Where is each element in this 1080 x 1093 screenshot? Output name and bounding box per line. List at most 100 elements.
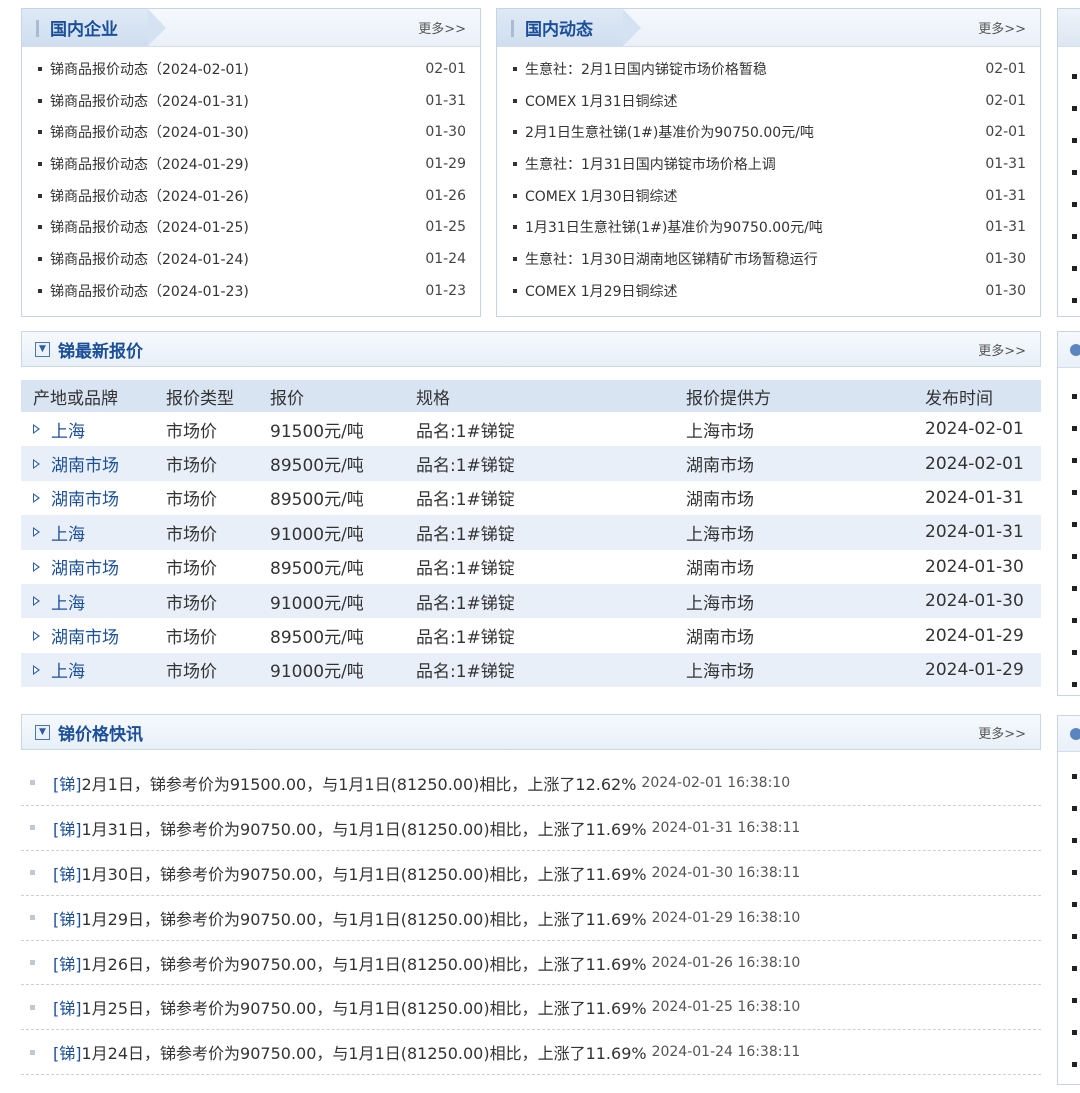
news-date: 01-30 <box>985 250 1026 267</box>
news-link[interactable]: 锑商品报价动态（2024-02-01) <box>50 59 425 79</box>
flash-news-link[interactable]: 1月30日，锑参考价为90750.00，与1月1日(81250.00)相比，上涨… <box>82 861 647 885</box>
list-item: [锑] 1月26日，锑参考价为90750.00，与1月1日(81250.00)相比… <box>21 941 1041 986</box>
news-link[interactable]: 2月1日生意社锑(1#)基准价为90750.00元/吨 <box>525 122 985 142</box>
news-link[interactable]: 锑商品报价动态（2024-01-24) <box>50 249 425 269</box>
price-value: 91500元/吨 <box>270 421 364 442</box>
table-row: 上海 市场价 91000元/吨 品名:1#锑锭 上海市场 2024-01-31 <box>21 515 1041 550</box>
list-item: [锑] 1月30日，锑参考价为90750.00，与1月1日(81250.00)相比… <box>21 851 1041 896</box>
bullet-icon <box>1072 806 1077 811</box>
news-date: 02-01 <box>985 60 1026 77</box>
download-box-icon: ▼ <box>35 341 50 357</box>
news-link[interactable]: COMEX 1月30日铜综述 <box>525 186 985 206</box>
list-item: 1月31日生意社锑(1#)基准价为90750.00元/吨 01-31 <box>511 211 1026 243</box>
origin-link[interactable]: 上海 <box>33 657 166 682</box>
origin-link[interactable]: 湖南市场 <box>33 623 166 648</box>
price-table: 产地或品牌 报价类型 报价 规格 报价提供方 发布时间 上海 市场价 91500… <box>21 380 1041 688</box>
bullet-icon <box>1072 966 1077 971</box>
bullet-icon <box>38 130 42 135</box>
news-link[interactable]: 生意社：1月30日湖南地区锑精矿市场暂稳运行 <box>525 249 985 269</box>
news-link[interactable]: COMEX 1月31日铜综述 <box>525 91 985 111</box>
right-box-header <box>1058 716 1080 752</box>
news-link[interactable]: 锑商品报价动态（2024-01-23) <box>50 281 425 301</box>
news-link[interactable]: 锑商品报价动态（2024-01-30) <box>50 122 425 142</box>
news-link[interactable]: COMEX 1月29日铜综述 <box>525 281 985 301</box>
column-header-date: 发布时间 <box>925 380 1041 412</box>
news-link[interactable]: 锑商品报价动态（2024-01-31) <box>50 91 425 111</box>
origin-link[interactable]: 上海 <box>33 417 166 442</box>
category-tag-link[interactable]: [锑] <box>53 771 82 795</box>
flash-news-link[interactable]: 1月26日，锑参考价为90750.00，与1月1日(81250.00)相比，上涨… <box>82 951 647 975</box>
spec: 品名:1#锑锭 <box>416 628 515 649</box>
news-link[interactable]: 锑商品报价动态（2024-01-25) <box>50 217 425 237</box>
domestic-news-more-link[interactable]: 更多>> <box>978 18 1026 37</box>
price-type: 市场价 <box>166 421 217 442</box>
column-header-provider: 报价提供方 <box>686 380 925 412</box>
list-item: [锑] 1月25日，锑参考价为90750.00，与1月1日(81250.00)相比… <box>21 985 1041 1031</box>
price-value: 91000元/吨 <box>270 583 416 619</box>
table-header-row: 产地或品牌 报价类型 报价 规格 报价提供方 发布时间 <box>21 380 1041 412</box>
news-link[interactable]: 锑商品报价动态（2024-01-26) <box>50 186 425 206</box>
triangle-right-icon <box>33 561 40 572</box>
right-box-header <box>1058 9 1080 47</box>
origin-link[interactable]: 湖南市场 <box>33 451 166 476</box>
bullet-icon <box>1072 202 1077 207</box>
news-date: 02-01 <box>985 124 1026 141</box>
spec: 品名:1#锑锭 <box>416 559 515 580</box>
bullet-icon <box>1072 1062 1077 1067</box>
provider: 湖南市场 <box>686 559 754 580</box>
bullet-icon <box>1072 426 1077 431</box>
price-type: 市场价 <box>166 559 217 580</box>
category-tag-link[interactable]: [锑] <box>53 951 82 975</box>
news-date: 01-31 <box>985 219 1026 236</box>
origin-link[interactable]: 上海 <box>33 520 166 545</box>
price-type: 市场价 <box>166 446 270 481</box>
bullet-icon <box>513 225 517 230</box>
company-news-more-link[interactable]: 更多>> <box>418 18 466 37</box>
triangle-right-icon <box>33 664 40 675</box>
right-news-box-bottom <box>1057 715 1080 1085</box>
provider: 上海市场 <box>686 421 754 442</box>
flash-news-time: 2024-01-30 16:38:11 <box>651 864 801 881</box>
bullet-icon <box>513 161 517 166</box>
news-link[interactable]: 锑商品报价动态（2024-01-29) <box>50 154 425 174</box>
bullet-icon <box>30 1049 35 1055</box>
bullet-icon <box>38 288 42 293</box>
bullet-icon <box>1072 870 1077 875</box>
list-item: 生意社：2月1日国内锑锭市场价格暂稳 02-01 <box>511 53 1026 85</box>
list-item: [锑] 1月31日，锑参考价为90750.00，与1月1日(81250.00)相比… <box>21 806 1041 851</box>
news-link[interactable]: 1月31日生意社锑(1#)基准价为90750.00元/吨 <box>525 217 985 237</box>
spec: 品名:1#锑锭 <box>416 446 686 481</box>
origin-label: 湖南市场 <box>51 456 119 477</box>
origin-link[interactable]: 上海 <box>33 589 166 614</box>
category-tag-link[interactable]: [锑] <box>53 861 82 885</box>
right-box-bullets <box>1058 368 1080 687</box>
origin-label: 上海 <box>51 662 85 683</box>
flash-news-link[interactable]: 1月31日，锑参考价为90750.00，与1月1日(81250.00)相比，上涨… <box>82 816 647 840</box>
price-value: 89500元/吨 <box>270 559 364 580</box>
price-value: 89500元/吨 <box>270 628 364 649</box>
category-tag-link[interactable]: [锑] <box>53 816 82 840</box>
bullet-icon <box>38 66 42 71</box>
bullet-icon <box>1072 586 1077 591</box>
origin-label: 上海 <box>51 524 85 545</box>
category-tag-link[interactable]: [锑] <box>53 906 82 930</box>
flash-news-link[interactable]: 1月25日，锑参考价为90750.00，与1月1日(81250.00)相比，上涨… <box>82 995 647 1019</box>
origin-link[interactable]: 湖南市场 <box>33 485 166 510</box>
category-tag-link[interactable]: [锑] <box>53 1040 82 1064</box>
origin-link[interactable]: 湖南市场 <box>33 554 166 579</box>
flash-news-link[interactable]: 1月29日，锑参考价为90750.00，与1月1日(81250.00)相比，上涨… <box>82 906 647 930</box>
price-section-more-link[interactable]: 更多>> <box>978 340 1026 359</box>
bullet-icon <box>30 915 35 921</box>
flash-section-header: ▼ 锑价格快讯 更多>> <box>21 714 1041 750</box>
flash-news-link[interactable]: 2月1日，锑参考价为91500.00，与1月1日(81250.00)相比，上涨了… <box>82 771 637 795</box>
news-link[interactable]: 生意社：1月31日国内锑锭市场价格上调 <box>525 154 985 174</box>
flash-news-link[interactable]: 1月24日，锑参考价为90750.00，与1月1日(81250.00)相比，上涨… <box>82 1040 647 1064</box>
right-news-box-middle <box>1057 331 1080 696</box>
bullet-icon <box>1072 682 1077 687</box>
bullet-icon <box>513 288 517 293</box>
column-header-type: 报价类型 <box>166 380 270 412</box>
news-link[interactable]: 生意社：2月1日国内锑锭市场价格暂稳 <box>525 59 985 79</box>
category-tag-link[interactable]: [锑] <box>53 995 82 1019</box>
flash-section-more-link[interactable]: 更多>> <box>978 723 1026 742</box>
table-row: 湖南市场 市场价 89500元/吨 品名:1#锑锭 湖南市场 2024-02-0… <box>21 446 1041 481</box>
